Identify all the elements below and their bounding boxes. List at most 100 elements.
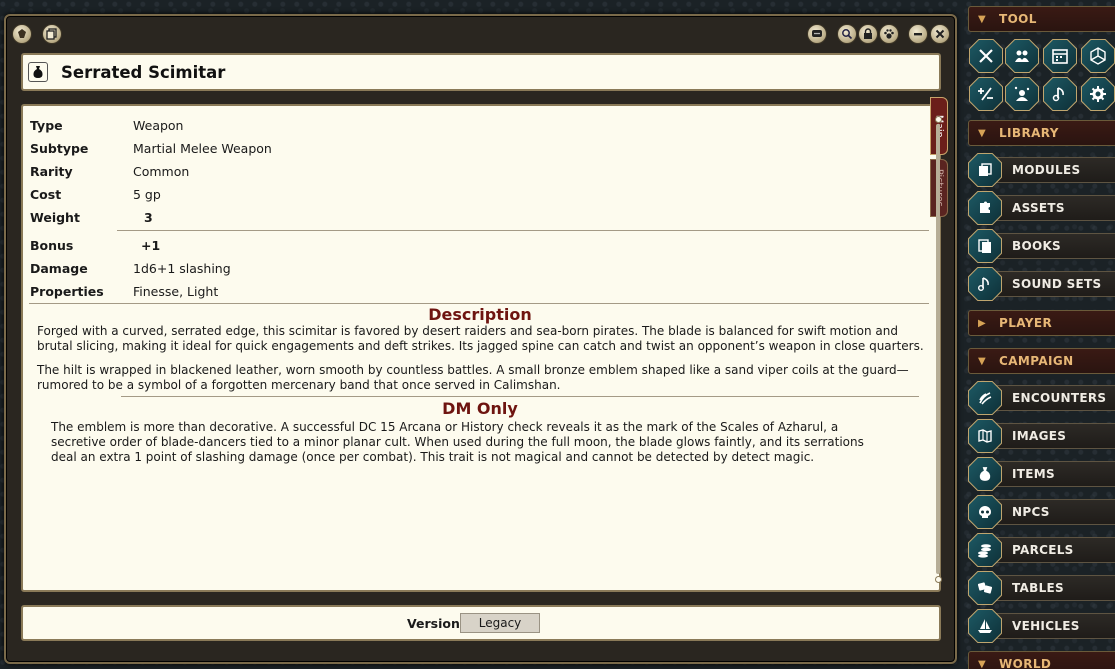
crossed-swords-icon[interactable] (970, 40, 1002, 72)
weight-label: Weight (30, 209, 80, 225)
dice-pair-icon (969, 572, 1001, 604)
item-bag-icon (28, 62, 48, 82)
divider-1 (117, 230, 929, 231)
category-campaign-label: CAMPAIGN (999, 354, 1074, 368)
encounter-claw-icon (969, 382, 1001, 414)
expand-arrow-icon: ▶ (978, 317, 986, 329)
cost-label: Cost (30, 186, 62, 202)
music-icon[interactable] (1044, 78, 1076, 110)
sidebar-item-sound-sets[interactable]: SOUND SETS (968, 267, 1115, 301)
scroll-thumb[interactable] (936, 124, 940, 574)
sidebar-item-images[interactable]: IMAGES (968, 419, 1115, 453)
puzzle-icon (969, 192, 1001, 224)
close-icon[interactable] (930, 24, 950, 44)
category-world[interactable]: ▼ WORLD (968, 651, 1115, 669)
minimize-icon[interactable] (908, 24, 928, 44)
sidebar-item-label: TABLES (1012, 581, 1064, 595)
sidebar-item-books[interactable]: BOOKS (968, 229, 1115, 263)
category-world-label: WORLD (999, 657, 1052, 669)
copy-link-icon[interactable] (42, 24, 62, 44)
dice-icon[interactable] (1082, 40, 1114, 72)
sidebar: ▼ TOOL ▼ LIBRARY MODULES ASSETS BOOKS SO… (968, 0, 1115, 669)
rarity-value[interactable]: Common (133, 164, 189, 179)
damage-label: Damage (30, 260, 88, 276)
party-icon[interactable] (1006, 40, 1038, 72)
category-library-label: LIBRARY (999, 126, 1059, 140)
description-paragraph-2[interactable]: The hilt is wrapped in blackened leather… (37, 363, 929, 393)
bonus-value[interactable]: +1 (141, 238, 160, 253)
music-note-icon (969, 268, 1001, 300)
rarity-label: Rarity (30, 163, 73, 179)
category-player[interactable]: ▶ PLAYER (968, 310, 1115, 336)
properties-label: Properties (30, 283, 104, 299)
collapse-arrow-icon: ▼ (978, 13, 986, 25)
item-bag-icon (969, 458, 1001, 490)
sidebar-item-items[interactable]: ITEMS (968, 457, 1115, 491)
divider-2 (29, 303, 929, 304)
category-tool-label: TOOL (999, 12, 1037, 26)
damage-value[interactable]: 1d6+1 slashing (133, 261, 231, 276)
sidebar-item-modules[interactable]: MODULES (968, 153, 1115, 187)
scroll-bottom-handle[interactable] (935, 576, 942, 583)
item-name-field[interactable]: Serrated Scimitar (61, 63, 225, 82)
category-campaign[interactable]: ▼ CAMPAIGN (968, 348, 1115, 374)
sidebar-item-label: ENCOUNTERS (1012, 391, 1107, 405)
map-icon (969, 420, 1001, 452)
scrollbar[interactable] (935, 116, 942, 583)
modules-icon (969, 154, 1001, 186)
calendar-icon[interactable] (1044, 40, 1076, 72)
sidebar-item-label: SOUND SETS (1012, 277, 1102, 291)
description-heading: Description (428, 305, 532, 324)
sidebar-item-label: IMAGES (1012, 429, 1067, 443)
paw-icon[interactable] (879, 24, 899, 44)
books-icon (969, 230, 1001, 262)
sidebar-item-label: MODULES (1012, 163, 1081, 177)
subtype-label: Subtype (30, 140, 89, 156)
sailboat-icon (969, 610, 1001, 642)
skull-icon (969, 496, 1001, 528)
version-label: Version (407, 616, 460, 631)
sidebar-item-label: NPCS (1012, 505, 1050, 519)
scroll-top-handle[interactable] (935, 116, 942, 123)
weight-value[interactable]: 3 (144, 210, 153, 225)
sidebar-item-encounters[interactable]: ENCOUNTERS (968, 381, 1115, 415)
category-player-label: PLAYER (999, 316, 1053, 330)
bonus-label: Bonus (30, 237, 74, 253)
cost-value[interactable]: 5 gp (133, 187, 161, 202)
record-header: Serrated Scimitar (21, 53, 941, 91)
sidebar-item-label: VEHICLES (1012, 619, 1080, 633)
coins-icon (969, 534, 1001, 566)
collapse-arrow-icon: ▼ (978, 127, 986, 139)
sidebar-item-label: ITEMS (1012, 467, 1055, 481)
search-icon[interactable] (837, 24, 857, 44)
main-content-panel: Type Weapon Subtype Martial Melee Weapon… (21, 104, 941, 592)
item-record-window: Serrated Scimitar Type Weapon Subtype Ma… (4, 14, 957, 664)
share-icon[interactable] (807, 24, 827, 44)
sidebar-item-vehicles[interactable]: VEHICLES (968, 609, 1115, 643)
collapse-arrow-icon: ▼ (978, 658, 986, 669)
version-select[interactable]: Legacy (460, 613, 540, 633)
sidebar-item-parcels[interactable]: PARCELS (968, 533, 1115, 567)
dm-only-heading: DM Only (442, 399, 518, 418)
sidebar-item-assets[interactable]: ASSETS (968, 191, 1115, 225)
collapse-arrow-icon: ▼ (978, 355, 986, 367)
dm-only-paragraph[interactable]: The emblem is more than decorative. A su… (51, 420, 891, 465)
type-value[interactable]: Weapon (133, 118, 183, 133)
version-footer: Version Legacy (21, 605, 941, 641)
effects-icon[interactable] (1006, 78, 1038, 110)
subtype-value[interactable]: Martial Melee Weapon (133, 141, 272, 156)
sidebar-item-label: BOOKS (1012, 239, 1061, 253)
category-library[interactable]: ▼ LIBRARY (968, 120, 1115, 146)
divider-3 (121, 396, 919, 397)
type-label: Type (30, 117, 63, 133)
sidebar-item-label: PARCELS (1012, 543, 1074, 557)
properties-value[interactable]: Finesse, Light (133, 284, 218, 299)
sidebar-item-npcs[interactable]: NPCS (968, 495, 1115, 529)
lock-icon[interactable] (858, 24, 878, 44)
sidebar-item-tables[interactable]: TABLES (968, 571, 1115, 605)
category-tool[interactable]: ▼ TOOL (968, 6, 1115, 32)
modifiers-icon[interactable] (970, 78, 1002, 110)
identify-item-icon[interactable] (12, 24, 32, 44)
description-paragraph-1[interactable]: Forged with a curved, serrated edge, thi… (37, 324, 929, 354)
gear-icon[interactable] (1082, 78, 1114, 110)
